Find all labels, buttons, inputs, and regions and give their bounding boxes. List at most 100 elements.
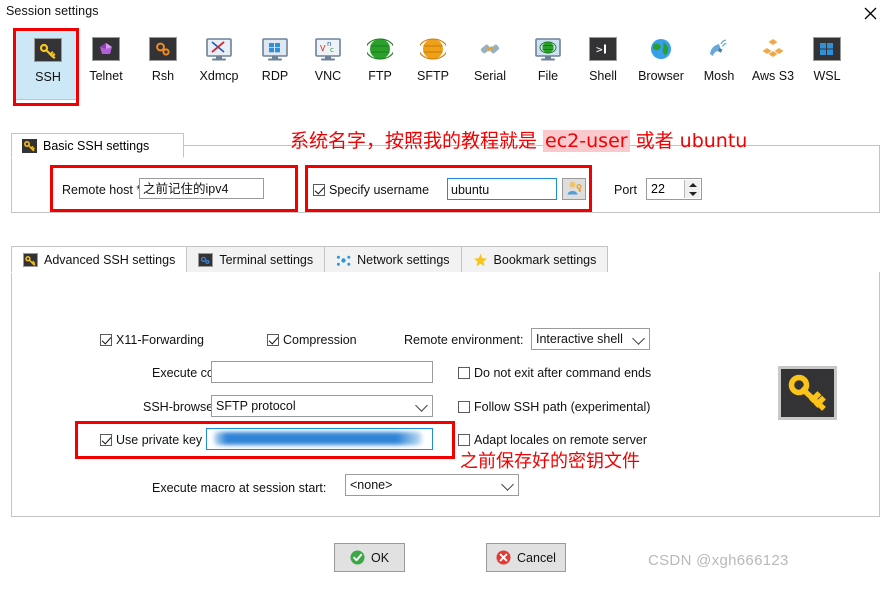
protocol-shell-label: Shell — [589, 69, 617, 83]
username-input[interactable]: ubuntu — [447, 178, 557, 200]
protocol-browser[interactable]: Browser — [628, 28, 694, 100]
protocol-xdmcp[interactable]: Xdmcp — [188, 28, 250, 100]
checkbox-box — [458, 401, 470, 413]
close-x-icon — [864, 7, 877, 20]
use-private-key-checkbox[interactable]: Use private key — [100, 433, 202, 447]
terminal-gear-icon — [198, 253, 214, 267]
protocol-file[interactable]: File — [519, 28, 577, 100]
protocol-file-label: File — [537, 69, 559, 83]
tab-terminal[interactable]: Terminal settings — [186, 246, 326, 273]
protocol-browser-label: Browser — [638, 69, 684, 83]
telnet-gem-icon — [91, 36, 121, 62]
protocol-serial[interactable]: Serial — [460, 28, 520, 100]
watermark-text: CSDN @xgh666123 — [648, 552, 789, 569]
port-spin-buttons[interactable] — [684, 180, 700, 198]
annotation-username-note-suffix: 或者 ubuntu — [629, 130, 748, 152]
cancel-button-label: Cancel — [517, 550, 556, 565]
protocol-mosh[interactable]: Mosh — [691, 28, 747, 100]
tab-network[interactable]: Network settings — [324, 246, 462, 273]
adapt-locales-label: Adapt locales on remote server — [474, 433, 648, 447]
protocol-wsl[interactable]: WSL — [799, 28, 855, 100]
checkbox-box — [100, 434, 112, 446]
ssh-browser-type-select[interactable]: SFTP protocol — [211, 395, 433, 417]
big-key-icon — [778, 366, 837, 420]
title-bar: Session settings — [0, 0, 891, 26]
tab-bookmark[interactable]: Bookmark settings — [460, 246, 609, 273]
protocol-vnc[interactable]: Vn c VNC — [301, 28, 355, 100]
chevron-down-icon — [415, 399, 428, 412]
protocol-awss3-label: Aws S3 — [751, 69, 795, 83]
port-stepper[interactable]: 22 — [646, 178, 702, 200]
compression-label: Compression — [283, 333, 357, 347]
protocol-vnc-label: VNC — [314, 69, 342, 83]
remote-environment-value: Interactive shell — [536, 332, 623, 346]
tab-bookmark-label: Bookmark settings — [493, 253, 597, 267]
chevron-down-icon — [632, 332, 645, 345]
checkbox-box — [458, 434, 470, 446]
protocol-rdp[interactable]: RDP — [248, 28, 302, 100]
watermark: CSDN @xgh666123 — [648, 552, 789, 569]
execute-command-input[interactable] — [211, 361, 433, 383]
do-not-exit-checkbox[interactable]: Do not exit after command ends — [458, 366, 651, 380]
follow-ssh-path-checkbox[interactable]: Follow SSH path (experimental) — [458, 400, 650, 414]
port-value: 22 — [651, 182, 665, 196]
ssh-key-icon — [33, 37, 63, 63]
mosh-dish-icon — [704, 36, 734, 62]
svg-text:>: > — [596, 43, 603, 56]
select-user-button[interactable] — [562, 178, 586, 200]
red-x-icon — [496, 550, 511, 565]
x11-forwarding-label: X11-Forwarding — [116, 333, 205, 347]
execute-macro-value: <none> — [350, 478, 393, 492]
use-private-key-label: Use private key — [116, 433, 203, 447]
basic-ssh-settings-tab: Basic SSH settings — [11, 133, 184, 158]
protocol-telnet[interactable]: Telnet — [75, 28, 137, 100]
cancel-button[interactable]: Cancel — [486, 543, 566, 572]
sftp-globe-icon — [418, 36, 448, 62]
protocol-sftp-label: SFTP — [417, 69, 449, 83]
star-icon — [473, 253, 488, 267]
file-monitor-icon — [533, 36, 563, 62]
green-check-icon — [350, 550, 365, 565]
do-not-exit-label: Do not exit after command ends — [474, 366, 652, 380]
follow-ssh-path-label: Follow SSH path (experimental) — [474, 400, 651, 414]
specify-username-checkbox[interactable]: Specify username — [313, 183, 429, 197]
protocol-rsh[interactable]: Rsh — [137, 28, 189, 100]
protocol-xdmcp-label: Xdmcp — [199, 69, 239, 83]
execute-macro-select[interactable]: <none> — [345, 474, 519, 496]
network-dots-icon — [336, 253, 351, 267]
port-spin-up[interactable] — [685, 180, 700, 189]
execute-macro-label: Execute macro at session start: — [152, 481, 327, 495]
chevron-down-icon — [501, 478, 514, 491]
remote-host-input[interactable]: 之前记住的ipv4 — [139, 178, 264, 199]
protocol-wsl-label: WSL — [813, 69, 841, 83]
protocol-serial-label: Serial — [474, 69, 506, 83]
protocol-sftp[interactable]: SFTP — [404, 28, 462, 100]
remote-environment-select[interactable]: Interactive shell — [531, 328, 650, 350]
compression-checkbox[interactable]: Compression — [267, 333, 357, 347]
tab-advanced[interactable]: Advanced SSH settings — [11, 246, 188, 273]
shell-prompt-icon: > — [588, 36, 618, 62]
adapt-locales-checkbox[interactable]: Adapt locales on remote server — [458, 433, 647, 447]
wsl-windows-icon — [812, 36, 842, 62]
tab-advanced-label: Advanced SSH settings — [44, 253, 176, 267]
protocol-shell[interactable]: > Shell — [575, 28, 631, 100]
annotation-private-key-note: 之前保存好的密钥文件 — [460, 451, 640, 472]
x11-forwarding-checkbox[interactable]: X11-Forwarding — [100, 333, 204, 347]
aws-s3-boxes-icon — [758, 36, 788, 62]
annotation-username-note-highlight: ec2-user — [543, 130, 630, 152]
basic-ssh-settings-tab-label: Basic SSH settings — [43, 138, 150, 153]
ok-button[interactable]: OK — [334, 543, 405, 572]
protocol-awss3[interactable]: Aws S3 — [744, 28, 802, 100]
close-button[interactable] — [851, 0, 889, 26]
port-spin-down[interactable] — [685, 189, 700, 198]
ssh-key-icon — [22, 138, 37, 153]
private-key-redaction — [214, 432, 422, 445]
rdp-windows-icon — [260, 36, 290, 62]
checkbox-box — [100, 334, 112, 346]
settings-tabs: Advanced SSH settings Terminal settings Ne… — [11, 246, 609, 273]
browser-globe-icon — [646, 36, 676, 62]
protocol-ssh[interactable]: SSH — [13, 28, 79, 100]
protocol-ftp[interactable]: FTP — [355, 28, 405, 100]
protocol-rsh-label: Rsh — [151, 69, 175, 83]
user-key-icon — [566, 180, 583, 199]
